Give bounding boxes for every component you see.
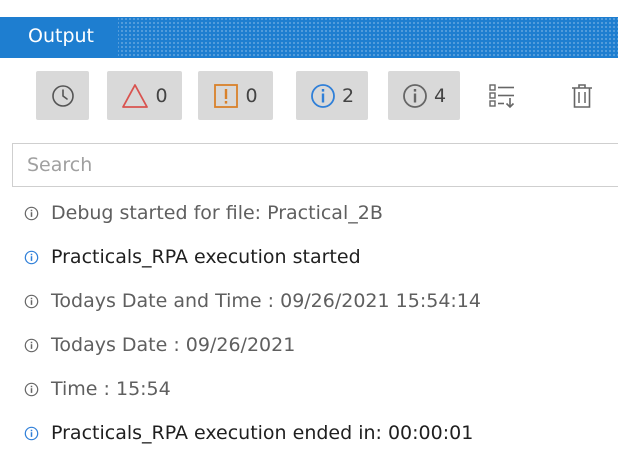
panel-titlebar[interactable]: Output	[0, 17, 618, 58]
log-entry[interactable]: Practicals_RPA execution ended in: 00:00…	[24, 418, 473, 448]
log-entry-text: Practicals_RPA execution started	[51, 246, 361, 268]
clear-button[interactable]	[560, 71, 604, 120]
trace-filter-button[interactable]: 4	[388, 71, 460, 120]
trace-icon	[24, 382, 39, 396]
info-icon	[24, 250, 39, 264]
log-entry[interactable]: Debug started for file: Practical_2B	[24, 198, 383, 228]
sort-list-icon	[489, 83, 515, 108]
timestamps-toggle-button[interactable]	[36, 71, 89, 120]
log-entry[interactable]: Time : 15:54	[24, 374, 171, 404]
log-entry-text: Time : 15:54	[51, 378, 171, 400]
info-count: 2	[341, 84, 355, 107]
trash-icon	[572, 83, 592, 108]
clock-icon	[51, 84, 74, 107]
info-icon	[24, 426, 39, 440]
log-entry[interactable]: Todays Date : 09/26/2021	[24, 330, 295, 360]
sort-button[interactable]	[480, 71, 524, 120]
panel-title: Output	[28, 25, 94, 47]
info-filter-button[interactable]: 2	[296, 71, 368, 120]
log-entry-text: Todays Date and Time : 09/26/2021 15:54:…	[51, 290, 481, 312]
log-entry-text: Debug started for file: Practical_2B	[51, 202, 383, 224]
trace-icon	[24, 206, 39, 220]
output-panel: Output 0 0 2 4 Search Debug started for …	[0, 0, 618, 457]
log-entry[interactable]: Practicals_RPA execution started	[24, 242, 361, 272]
error-triangle-icon	[122, 83, 149, 108]
warnings-count: 0	[245, 84, 258, 107]
trace-icon	[24, 294, 39, 308]
trace-count: 4	[433, 84, 447, 107]
search-input[interactable]	[13, 144, 618, 186]
trace-icon	[24, 338, 39, 352]
warnings-filter-button[interactable]: 0	[198, 71, 273, 120]
search-box[interactable]	[12, 143, 618, 187]
warning-box-icon	[214, 83, 239, 108]
log-entry[interactable]: Todays Date and Time : 09/26/2021 15:54:…	[24, 286, 481, 316]
log-entry-text: Todays Date : 09/26/2021	[51, 334, 296, 356]
errors-count: 0	[155, 84, 168, 107]
trace-circle-icon	[403, 83, 427, 108]
info-circle-icon	[311, 83, 335, 108]
output-toolbar: 0 0 2 4	[0, 58, 618, 140]
errors-filter-button[interactable]: 0	[107, 71, 182, 120]
log-entry-text: Practicals_RPA execution ended in: 00:00…	[51, 422, 474, 444]
